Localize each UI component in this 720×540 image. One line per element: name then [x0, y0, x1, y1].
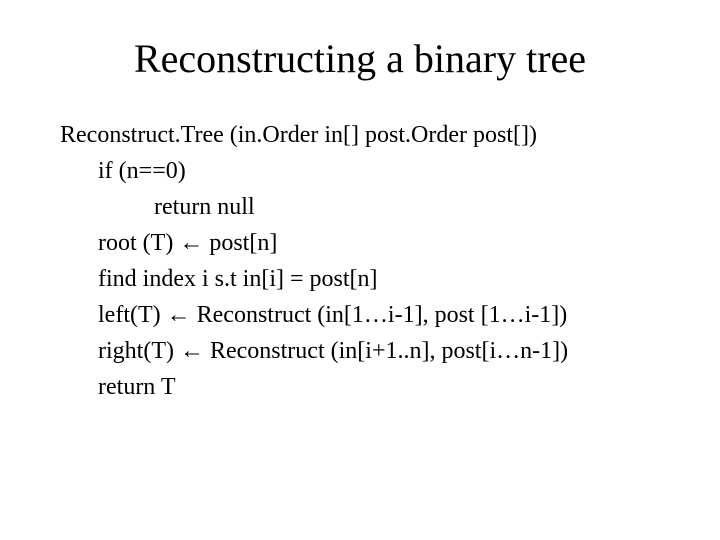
arrow-left-icon: ← — [167, 301, 191, 328]
code-text: right(T) — [98, 338, 180, 364]
code-line-root: root (T) ← post[n] — [60, 225, 660, 261]
code-line-signature: Reconstruct.Tree (in.Order in[] post.Ord… — [60, 117, 660, 153]
slide-title: Reconstructing a binary tree — [60, 35, 660, 82]
code-text: post[n] — [203, 230, 277, 256]
arrow-left-icon: ← — [179, 229, 203, 256]
code-text: Reconstruct (in[1…i-1], post [1…i-1]) — [191, 302, 568, 328]
code-text: left(T) — [98, 302, 167, 328]
code-line-right: right(T) ← Reconstruct (in[i+1..n], post… — [60, 333, 660, 369]
code-line-return-null: return null — [60, 189, 660, 225]
pseudocode-block: Reconstruct.Tree (in.Order in[] post.Ord… — [60, 117, 660, 405]
code-line-find: find index i s.t in[i] = post[n] — [60, 261, 660, 297]
code-text: Reconstruct (in[i+1..n], post[i…n-1]) — [204, 338, 568, 364]
code-line-return: return T — [60, 369, 660, 405]
code-line-if: if (n==0) — [60, 153, 660, 189]
code-line-left: left(T) ← Reconstruct (in[1…i-1], post [… — [60, 297, 660, 333]
arrow-left-icon: ← — [180, 337, 204, 364]
slide-container: Reconstructing a binary tree Reconstruct… — [0, 0, 720, 540]
code-text: root (T) — [98, 230, 179, 256]
